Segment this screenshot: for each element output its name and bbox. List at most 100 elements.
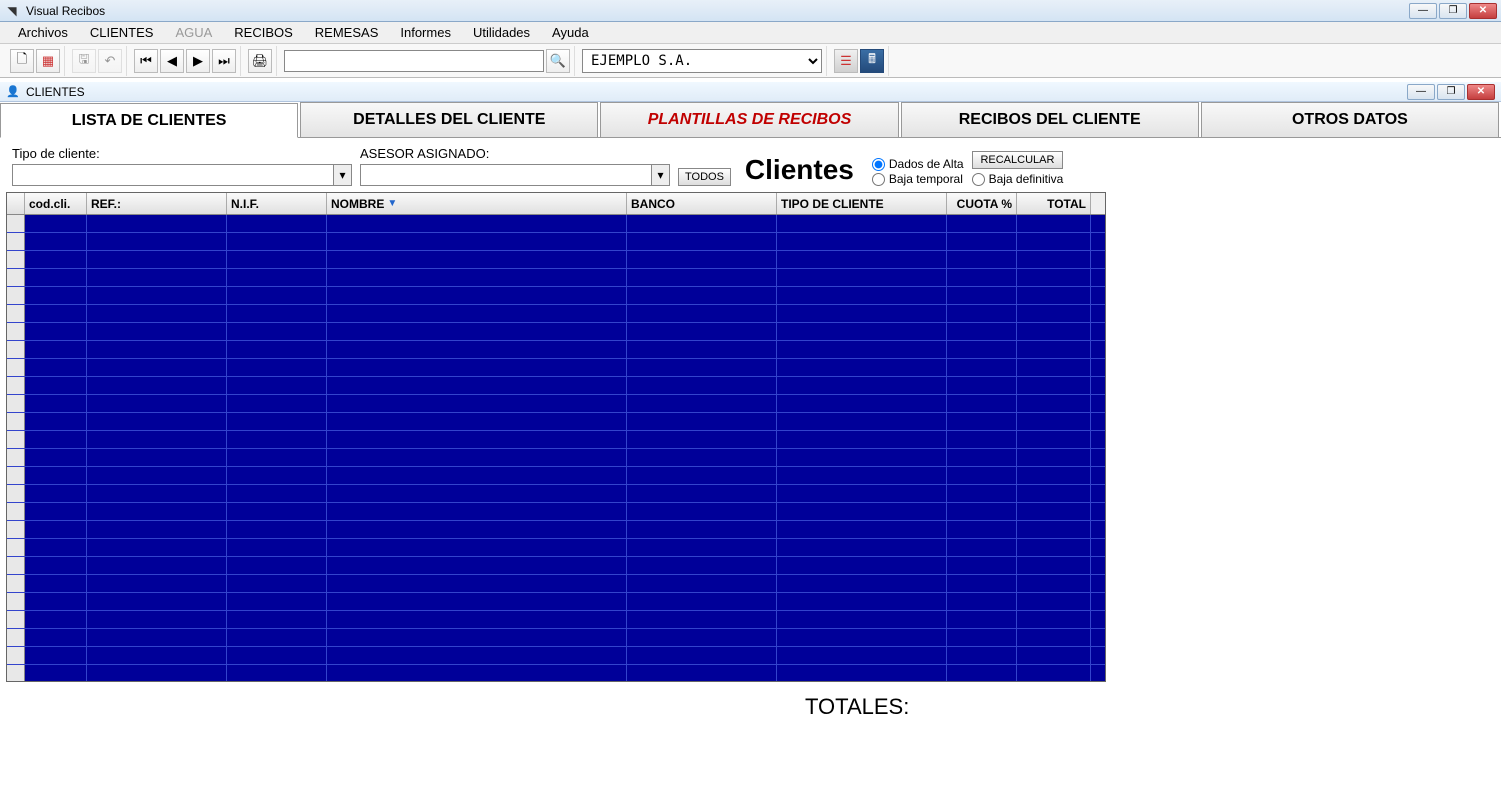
menu-informes[interactable]: Informes	[390, 23, 461, 42]
table-row[interactable]	[7, 395, 1105, 413]
radio-dados-alta[interactable]: Dados de Alta	[872, 157, 964, 171]
search-button-icon[interactable]: 🔍	[546, 49, 570, 73]
table-row[interactable]	[7, 503, 1105, 521]
row-selector[interactable]	[7, 539, 25, 556]
asesor-select[interactable]: ▾	[360, 164, 670, 186]
close-button[interactable]	[1469, 3, 1497, 19]
row-selector[interactable]	[7, 665, 25, 681]
menu-clientes[interactable]: CLIENTES	[80, 23, 164, 42]
table-row[interactable]	[7, 539, 1105, 557]
row-selector-header[interactable]	[7, 193, 25, 214]
row-selector[interactable]	[7, 557, 25, 574]
menu-archivos[interactable]: Archivos	[8, 23, 78, 42]
table-row[interactable]	[7, 287, 1105, 305]
menu-utilidades[interactable]: Utilidades	[463, 23, 540, 42]
table-row[interactable]	[7, 323, 1105, 341]
col-cod-cli[interactable]: cod.cli.	[25, 193, 87, 214]
table-row[interactable]	[7, 359, 1105, 377]
table-body[interactable]	[7, 215, 1105, 681]
row-selector[interactable]	[7, 359, 25, 376]
chevron-down-icon[interactable]: ▾	[333, 165, 351, 185]
row-selector[interactable]	[7, 503, 25, 520]
radio-baja-definitiva[interactable]: Baja definitiva	[972, 172, 1064, 186]
maximize-button[interactable]	[1439, 3, 1467, 19]
row-selector[interactable]	[7, 305, 25, 322]
table-row[interactable]	[7, 485, 1105, 503]
row-selector[interactable]	[7, 269, 25, 286]
recalcular-button[interactable]: RECALCULAR	[972, 151, 1064, 169]
row-selector[interactable]	[7, 251, 25, 268]
nav-first-icon[interactable]: ⏮	[134, 49, 158, 73]
col-tipo-cliente[interactable]: TIPO DE CLIENTE	[777, 193, 947, 214]
table-row[interactable]	[7, 449, 1105, 467]
child-maximize-button[interactable]	[1437, 84, 1465, 100]
menu-ayuda[interactable]: Ayuda	[542, 23, 599, 42]
radio-baja-temporal[interactable]: Baja temporal	[872, 172, 964, 186]
table-row[interactable]	[7, 593, 1105, 611]
company-select[interactable]: EJEMPLO S.A.	[582, 49, 822, 73]
tab-plantillas-recibos[interactable]: PLANTILLAS DE RECIBOS	[600, 102, 898, 137]
row-selector[interactable]	[7, 287, 25, 304]
row-selector[interactable]	[7, 611, 25, 628]
nav-prev-icon[interactable]: ◀	[160, 49, 184, 73]
menu-remesas[interactable]: REMESAS	[305, 23, 389, 42]
table-row[interactable]	[7, 215, 1105, 233]
print-icon[interactable]: 🖨	[248, 49, 272, 73]
table-row[interactable]	[7, 341, 1105, 359]
child-minimize-button[interactable]	[1407, 84, 1435, 100]
table-row[interactable]	[7, 575, 1105, 593]
row-selector[interactable]	[7, 485, 25, 502]
table-row[interactable]	[7, 467, 1105, 485]
menu-recibos[interactable]: RECIBOS	[224, 23, 303, 42]
tab-recibos-cliente[interactable]: RECIBOS DEL CLIENTE	[901, 102, 1199, 137]
search-input[interactable]	[284, 50, 544, 72]
chevron-down-icon[interactable]: ▾	[651, 165, 669, 185]
col-ref[interactable]: REF.:	[87, 193, 227, 214]
tab-detalles-cliente[interactable]: DETALLES DEL CLIENTE	[300, 102, 598, 137]
row-selector[interactable]	[7, 377, 25, 394]
table-row[interactable]	[7, 629, 1105, 647]
grid-icon[interactable]: ▦	[36, 49, 60, 73]
row-selector[interactable]	[7, 395, 25, 412]
row-selector[interactable]	[7, 521, 25, 538]
table-row[interactable]	[7, 413, 1105, 431]
row-selector[interactable]	[7, 413, 25, 430]
row-selector[interactable]	[7, 629, 25, 646]
row-selector[interactable]	[7, 215, 25, 232]
table-row[interactable]	[7, 269, 1105, 287]
row-selector[interactable]	[7, 467, 25, 484]
table-row[interactable]	[7, 233, 1105, 251]
row-selector[interactable]	[7, 233, 25, 250]
tab-lista-clientes[interactable]: LISTA DE CLIENTES	[0, 103, 298, 138]
tab-otros-datos[interactable]: OTROS DATOS	[1201, 102, 1499, 137]
row-selector[interactable]	[7, 593, 25, 610]
todos-button[interactable]: TODOS	[678, 168, 731, 186]
table-row[interactable]	[7, 647, 1105, 665]
tipo-cliente-select[interactable]: ▾	[12, 164, 352, 186]
table-row[interactable]	[7, 305, 1105, 323]
new-document-icon[interactable]: 🗋	[10, 49, 34, 73]
col-nombre[interactable]: NOMBRE▼	[327, 193, 627, 214]
row-selector[interactable]	[7, 449, 25, 466]
table-row[interactable]	[7, 521, 1105, 539]
tool-list-icon[interactable]: ☰	[834, 49, 858, 73]
col-banco[interactable]: BANCO	[627, 193, 777, 214]
col-total[interactable]: TOTAL	[1017, 193, 1091, 214]
child-close-button[interactable]	[1467, 84, 1495, 100]
table-row[interactable]	[7, 377, 1105, 395]
nav-last-icon[interactable]: ⏭	[212, 49, 236, 73]
nav-next-icon[interactable]: ▶	[186, 49, 210, 73]
row-selector[interactable]	[7, 323, 25, 340]
table-row[interactable]	[7, 251, 1105, 269]
table-row[interactable]	[7, 557, 1105, 575]
row-selector[interactable]	[7, 575, 25, 592]
row-selector[interactable]	[7, 647, 25, 664]
table-row[interactable]	[7, 431, 1105, 449]
table-row[interactable]	[7, 665, 1105, 681]
row-selector[interactable]	[7, 341, 25, 358]
minimize-button[interactable]	[1409, 3, 1437, 19]
col-nif[interactable]: N.I.F.	[227, 193, 327, 214]
row-selector[interactable]	[7, 431, 25, 448]
tool-calculator-icon[interactable]: 🖩	[860, 49, 884, 73]
table-row[interactable]	[7, 611, 1105, 629]
